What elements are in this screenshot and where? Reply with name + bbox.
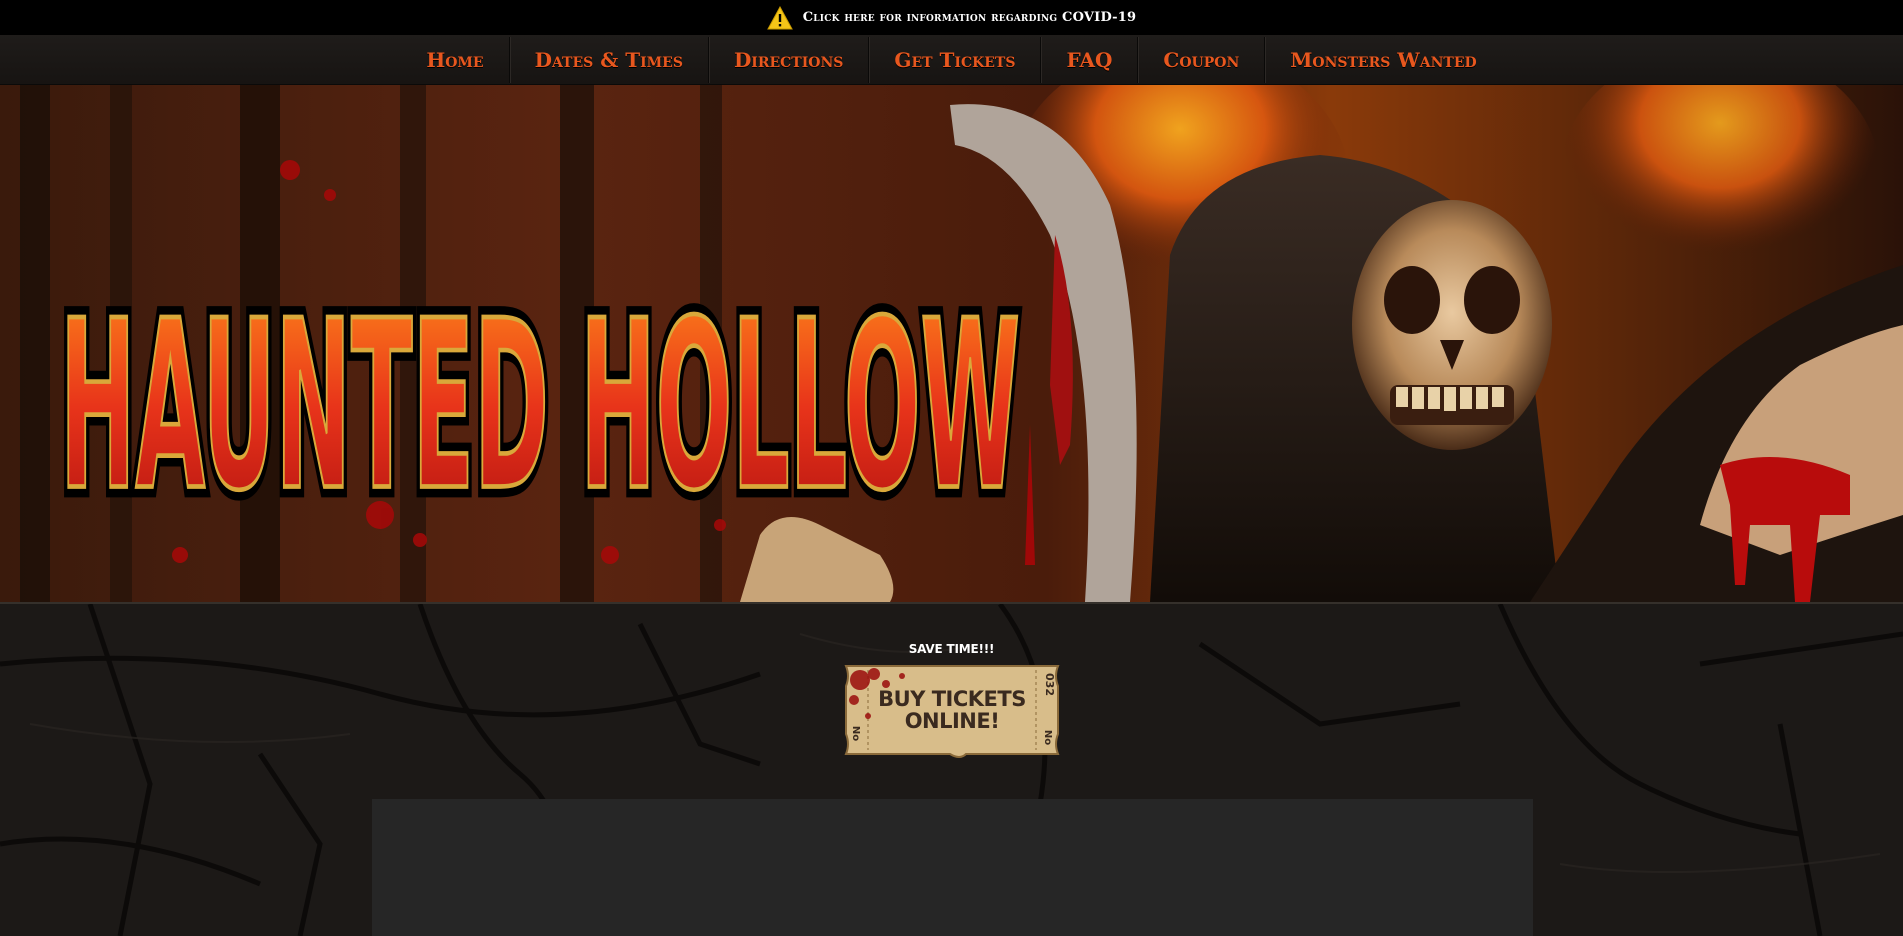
- nav-get-tickets[interactable]: Get Tickets: [869, 35, 1040, 85]
- ticket-stub-no-left: No: [850, 725, 862, 742]
- nav-dates-times[interactable]: Dates & Times: [510, 35, 708, 85]
- buy-tickets-button[interactable]: BUY TICKETS ONLINE! No 032 No: [842, 660, 1062, 760]
- hero-artwork: HAUNTED HOLLOW HAUNTED HOLLOW: [0, 85, 1903, 602]
- buy-tickets-line2: ONLINE!: [904, 709, 1000, 733]
- nav-directions[interactable]: Directions: [709, 35, 868, 85]
- save-time-caption: SAVE TIME!!!: [908, 642, 995, 656]
- hero-banner: HAUNTED HOLLOW HAUNTED HOLLOW: [0, 85, 1903, 602]
- logo-text: HAUNTED HOLLOW: [60, 271, 1020, 542]
- nav-monsters-wanted[interactable]: Monsters Wanted: [1265, 35, 1501, 85]
- covid-alert-link[interactable]: Click here for information regarding COV…: [803, 10, 1137, 25]
- nav-coupon[interactable]: Coupon: [1138, 35, 1264, 85]
- nav-home[interactable]: Home: [401, 35, 508, 85]
- buy-tickets-label: BUY TICKETS ONLINE!: [842, 688, 1062, 732]
- covid-alert-bar[interactable]: Click here for information regarding COV…: [0, 0, 1903, 35]
- ticket-stub-number: 032: [1042, 673, 1056, 696]
- ticket-stub-no-right: No: [1042, 729, 1054, 746]
- nav-faq[interactable]: FAQ: [1041, 35, 1137, 85]
- main-content: SAVE TIME!!! BUY TICKETS ONLINE! No 032 …: [0, 604, 1903, 936]
- buy-tickets-line1: BUY TICKETS: [878, 687, 1026, 711]
- main-nav: Home Dates & Times Directions Get Ticket…: [0, 35, 1903, 85]
- content-panel: [372, 799, 1533, 936]
- haunted-hollow-logo: HAUNTED HOLLOW HAUNTED HOLLOW: [51, 263, 1028, 551]
- warning-icon: [766, 5, 793, 29]
